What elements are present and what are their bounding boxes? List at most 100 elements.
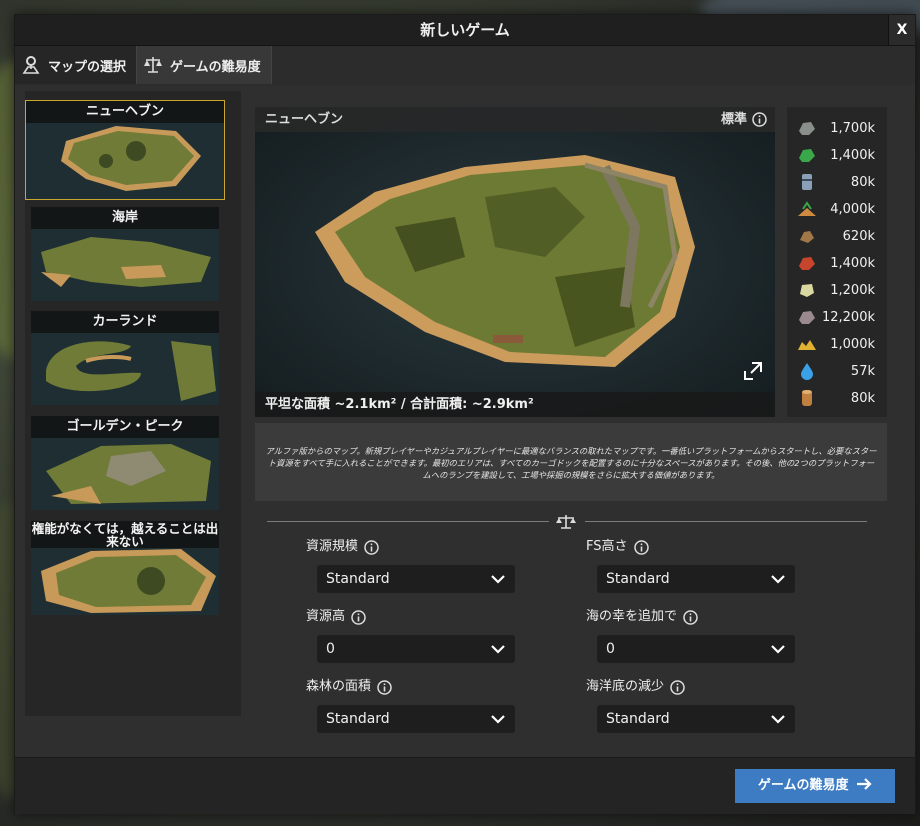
info-icon[interactable] xyxy=(752,112,767,127)
oil-barrel-icon xyxy=(802,174,812,190)
tab-label: ゲームの難易度 xyxy=(170,59,261,75)
wood-log-icon xyxy=(802,390,812,406)
copper-ore-icon xyxy=(799,149,815,162)
map-item-label: 権能がなくては，越えることは出来ない xyxy=(31,521,219,549)
map-item-label: 海岸 xyxy=(31,207,219,229)
resource-value: 1,400k xyxy=(830,256,875,271)
gold-ore-icon xyxy=(798,340,816,350)
map-item-golden-peak[interactable]: ゴールデン・ピーク xyxy=(31,416,219,510)
coal-icon xyxy=(800,231,814,243)
setting-forest-area: 森林の面積 Standard xyxy=(306,677,516,733)
resource-value: 1,700k xyxy=(830,121,875,136)
resource-value: 1,200k xyxy=(830,283,875,298)
resource-row: 80k xyxy=(787,385,887,412)
map-item-insula-mortis[interactable]: 権能がなくては，越えることは出来ない xyxy=(31,521,219,615)
dropdown-value: Standard xyxy=(606,571,670,587)
setting-resource-scale: 資源規模 Standard xyxy=(306,537,516,593)
chevron-down-icon xyxy=(491,575,505,584)
resource-value: 4,000k xyxy=(830,202,875,217)
map-item-new-haven[interactable]: ニューヘブン xyxy=(25,100,225,200)
dialog-title: 新しいゲーム xyxy=(420,21,510,39)
resource-value: 80k xyxy=(850,391,875,406)
main-content: ニューヘブン 海岸 カーランド ゴールデン・ピーク 権能がなくては，越えることは… xyxy=(15,85,915,757)
info-icon[interactable] xyxy=(633,539,649,555)
resource-value: 57k xyxy=(850,364,875,379)
map-item-label: ニューヘブン xyxy=(26,101,224,123)
info-icon[interactable] xyxy=(683,609,698,625)
next-difficulty-button[interactable]: ゲームの難易度 xyxy=(735,769,895,803)
dropdown-value: 0 xyxy=(326,641,335,657)
resource-value: 620k xyxy=(842,229,875,244)
setting-label: 資源規模 xyxy=(306,539,359,554)
resource-value: 12,200k xyxy=(821,310,875,325)
rock-icon xyxy=(799,311,815,324)
tab-difficulty[interactable]: ゲームの難易度 xyxy=(137,46,272,84)
setting-resource-height: 資源高 0 xyxy=(306,607,516,663)
resource-row: 4,000k xyxy=(787,196,887,223)
info-icon[interactable] xyxy=(670,679,685,695)
map-item-coast[interactable]: 海岸 xyxy=(31,207,219,301)
extra-seafood-dropdown[interactable]: 0 xyxy=(597,635,795,663)
info-icon[interactable] xyxy=(377,679,392,695)
bauxite-icon xyxy=(799,257,815,270)
dropdown-value: 0 xyxy=(606,641,615,657)
dropdown-value: Standard xyxy=(326,571,390,587)
map-preview-image xyxy=(255,107,775,417)
setting-label: 海洋底の減少 xyxy=(586,679,665,694)
map-item-label: ゴールデン・ピーク xyxy=(31,416,219,438)
dialog-footer: ゲームの難易度 xyxy=(15,757,915,814)
tab-bar: マップの選択 ゲームの難易度 xyxy=(15,46,272,84)
resource-row: 1,400k xyxy=(787,142,887,169)
close-button[interactable]: X xyxy=(888,15,915,45)
map-preview: ニューヘブン 標準 平坦な面積 ~2.1km² / 合計面積: ~2.9km² xyxy=(255,107,775,417)
setting-label: 森林の面積 xyxy=(306,679,372,694)
title-bar: 新しいゲーム X xyxy=(15,15,915,46)
chevron-down-icon xyxy=(771,645,785,654)
setting-extra-seafood: 海の幸を追加で 0 xyxy=(586,607,796,663)
new-game-dialog: 新しいゲーム X マップの選択 ゲームの難易度 ニューヘブン 海岸 カーランド … xyxy=(14,14,916,814)
expand-icon[interactable] xyxy=(741,359,765,383)
resource-value: 1,400k xyxy=(830,148,875,163)
area-info: 平坦な面積 ~2.1km² / 合計面積: ~2.9km² xyxy=(255,392,775,417)
setting-label: 資源高 xyxy=(306,609,346,624)
resource-value: 1,000k xyxy=(830,337,875,352)
resource-row: 57k xyxy=(787,358,887,385)
map-description: アルファ版からのマップ。新規プレイヤーやカジュアルプレイヤーに最適なバランスの取… xyxy=(255,423,887,501)
scales-icon xyxy=(556,515,576,529)
tab-map-selection[interactable]: マップの選択 xyxy=(15,46,138,84)
setting-ocean-floor-reduction: 海洋底の減少 Standard xyxy=(586,677,796,733)
setting-fs-height: FS高さ Standard xyxy=(586,537,796,593)
iron-ore-icon xyxy=(799,122,815,135)
resource-scale-dropdown[interactable]: Standard xyxy=(317,565,515,593)
info-icon[interactable] xyxy=(351,609,366,625)
resource-row: 1,000k xyxy=(787,331,887,358)
setting-label: 海の幸を追加で xyxy=(586,609,678,624)
arrow-right-icon xyxy=(857,778,872,790)
resource-row: 620k xyxy=(787,223,887,250)
preview-map-name: ニューヘブン xyxy=(265,112,344,127)
map-item-label: カーランド xyxy=(31,311,219,333)
setting-label: FS高さ xyxy=(586,539,628,554)
chevron-down-icon xyxy=(491,645,505,654)
map-marker-icon xyxy=(22,56,40,74)
next-button-label: ゲームの難易度 xyxy=(757,778,849,793)
map-item-curland[interactable]: カーランド xyxy=(31,311,219,405)
fs-height-dropdown[interactable]: Standard xyxy=(597,565,795,593)
resource-list: 1,700k 1,400k 80k 4,000k 620k 1,400k 1,2… xyxy=(787,107,887,417)
limestone-icon xyxy=(800,284,814,297)
chevron-down-icon xyxy=(771,715,785,724)
ocean-floor-reduction-dropdown[interactable]: Standard xyxy=(597,705,795,733)
resource-value: 80k xyxy=(850,175,875,190)
forest-area-dropdown[interactable]: Standard xyxy=(317,705,515,733)
resource-row: 80k xyxy=(787,169,887,196)
sand-icon xyxy=(798,201,816,216)
dropdown-value: Standard xyxy=(606,711,670,727)
map-list: ニューヘブン 海岸 カーランド ゴールデン・ピーク 権能がなくては，越えることは… xyxy=(25,91,241,716)
scales-icon xyxy=(144,57,163,73)
water-icon xyxy=(801,363,813,380)
resource-row: 12,200k xyxy=(787,304,887,331)
info-icon[interactable] xyxy=(364,539,379,555)
dropdown-value: Standard xyxy=(326,711,390,727)
settings-divider xyxy=(267,515,867,529)
resource-height-dropdown[interactable]: 0 xyxy=(317,635,515,663)
